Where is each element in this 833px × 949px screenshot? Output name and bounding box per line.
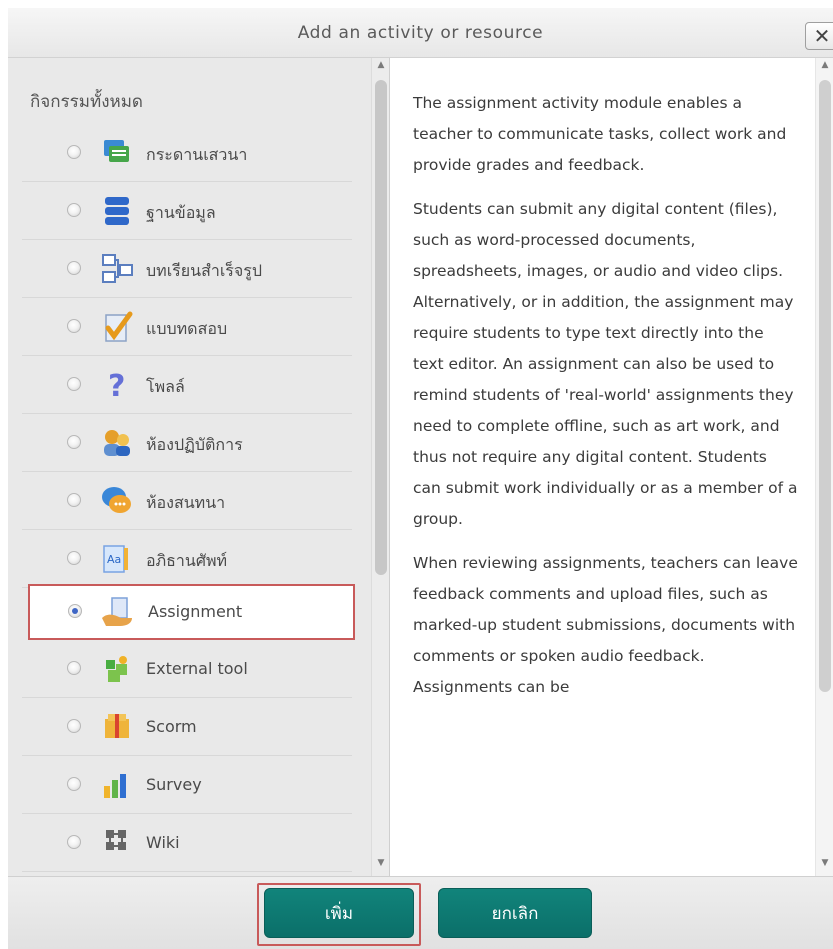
description-paragraph: The assignment activity module enables a…	[413, 94, 787, 174]
option-label: Scorm	[146, 717, 197, 736]
option-lesson[interactable]: บทเรียนสำเร็จรูป	[22, 242, 352, 298]
option-external-tool[interactable]: External tool	[22, 642, 352, 698]
description-paragraph: Students can submit any digital content …	[413, 200, 798, 528]
radio-forum[interactable]	[67, 145, 81, 159]
wiki-icon	[99, 825, 135, 861]
radio-chat[interactable]	[67, 493, 81, 507]
option-label: บทเรียนสำเร็จรูป	[146, 261, 263, 280]
dialog-body: กิจกรรมทั้งหมด กระดานเสวนา ฐานข้อมูล บทเ…	[8, 58, 833, 876]
option-label: ฐานข้อมูล	[146, 203, 216, 222]
radio-survey[interactable]	[67, 777, 81, 791]
svg-text:Aa: Aa	[107, 553, 121, 566]
quiz-icon	[99, 309, 135, 345]
radio-quiz[interactable]	[67, 319, 81, 333]
radio-wiki[interactable]	[67, 835, 81, 849]
lesson-icon	[99, 251, 135, 287]
description-panel: The assignment activity module enables a…	[390, 58, 833, 876]
add-button[interactable]: เพิ่ม	[264, 888, 414, 938]
radio-workshop[interactable]	[67, 435, 81, 449]
chat-icon	[99, 483, 135, 519]
external-tool-icon	[99, 651, 135, 687]
option-glossary[interactable]: Aa อภิธานศัพท์	[22, 532, 352, 588]
radio-lesson[interactable]	[67, 261, 81, 275]
radio-scorm[interactable]	[67, 719, 81, 733]
activity-list-panel: กิจกรรมทั้งหมด กระดานเสวนา ฐานข้อมูล บทเ…	[8, 58, 390, 876]
scroll-up-icon[interactable]: ▲	[816, 60, 833, 76]
close-button[interactable]: ✕	[805, 22, 833, 50]
scroll-down-icon[interactable]: ▼	[372, 858, 389, 874]
radio-poll[interactable]	[67, 377, 81, 391]
option-poll[interactable]: ? โพลล์	[22, 358, 352, 414]
option-label: แบบทดสอบ	[146, 319, 228, 338]
description-paragraph: When reviewing assignments, teachers can…	[413, 554, 798, 696]
option-label: อภิธานศัพท์	[146, 551, 228, 570]
option-chat[interactable]: ห้องสนทนา	[22, 474, 352, 530]
forum-icon	[99, 135, 135, 171]
poll-icon: ?	[99, 367, 135, 403]
option-label: Survey	[146, 775, 202, 794]
option-forum[interactable]: กระดานเสวนา	[22, 126, 352, 182]
option-label: Wiki	[146, 833, 180, 852]
section-heading: กิจกรรมทั้งหมด	[30, 92, 143, 112]
radio-assignment[interactable]	[68, 604, 82, 618]
option-label: External tool	[146, 659, 248, 678]
option-label: ห้องสนทนา	[146, 493, 226, 512]
option-database[interactable]: ฐานข้อมูล	[22, 184, 352, 240]
radio-glossary[interactable]	[67, 551, 81, 565]
option-assignment[interactable]: Assignment	[28, 584, 355, 640]
option-label: Assignment	[148, 602, 243, 621]
description-scrollbar[interactable]: ▲ ▼	[815, 58, 833, 876]
scorm-icon	[99, 709, 135, 745]
scroll-down-icon[interactable]: ▼	[816, 858, 833, 874]
option-label: โพลล์	[146, 377, 185, 396]
option-label: กระดานเสวนา	[146, 145, 248, 164]
radio-database[interactable]	[67, 203, 81, 217]
option-scorm[interactable]: Scorm	[22, 700, 352, 756]
dialog-title: Add an activity or resource	[297, 23, 544, 43]
dialog-footer: เพิ่ม ยกเลิก	[8, 876, 833, 949]
database-icon	[99, 193, 135, 229]
scroll-up-icon[interactable]: ▲	[372, 60, 389, 76]
close-icon: ✕	[813, 24, 831, 48]
option-label: ห้องปฏิบัติการ	[146, 435, 243, 454]
survey-icon	[99, 767, 135, 803]
activity-list-scrollbar[interactable]: ▲ ▼	[371, 58, 389, 876]
glossary-icon: Aa	[99, 541, 135, 577]
option-survey[interactable]: Survey	[22, 758, 352, 814]
activity-chooser-dialog: Add an activity or resource ✕ กิจกรรมทั้…	[0, 0, 833, 949]
cancel-button[interactable]: ยกเลิก	[438, 888, 592, 938]
option-wiki[interactable]: Wiki	[22, 816, 352, 872]
option-workshop[interactable]: ห้องปฏิบัติการ	[22, 416, 352, 472]
svg-text:?: ?	[108, 369, 125, 402]
radio-external-tool[interactable]	[67, 661, 81, 675]
option-quiz[interactable]: แบบทดสอบ	[22, 300, 352, 356]
activity-description: The assignment activity module enables a…	[413, 88, 799, 716]
scroll-thumb[interactable]	[819, 80, 831, 692]
scroll-thumb[interactable]	[375, 80, 387, 575]
assignment-icon	[99, 594, 135, 630]
workshop-icon	[99, 425, 135, 461]
dialog-titlebar: Add an activity or resource ✕	[8, 8, 833, 58]
